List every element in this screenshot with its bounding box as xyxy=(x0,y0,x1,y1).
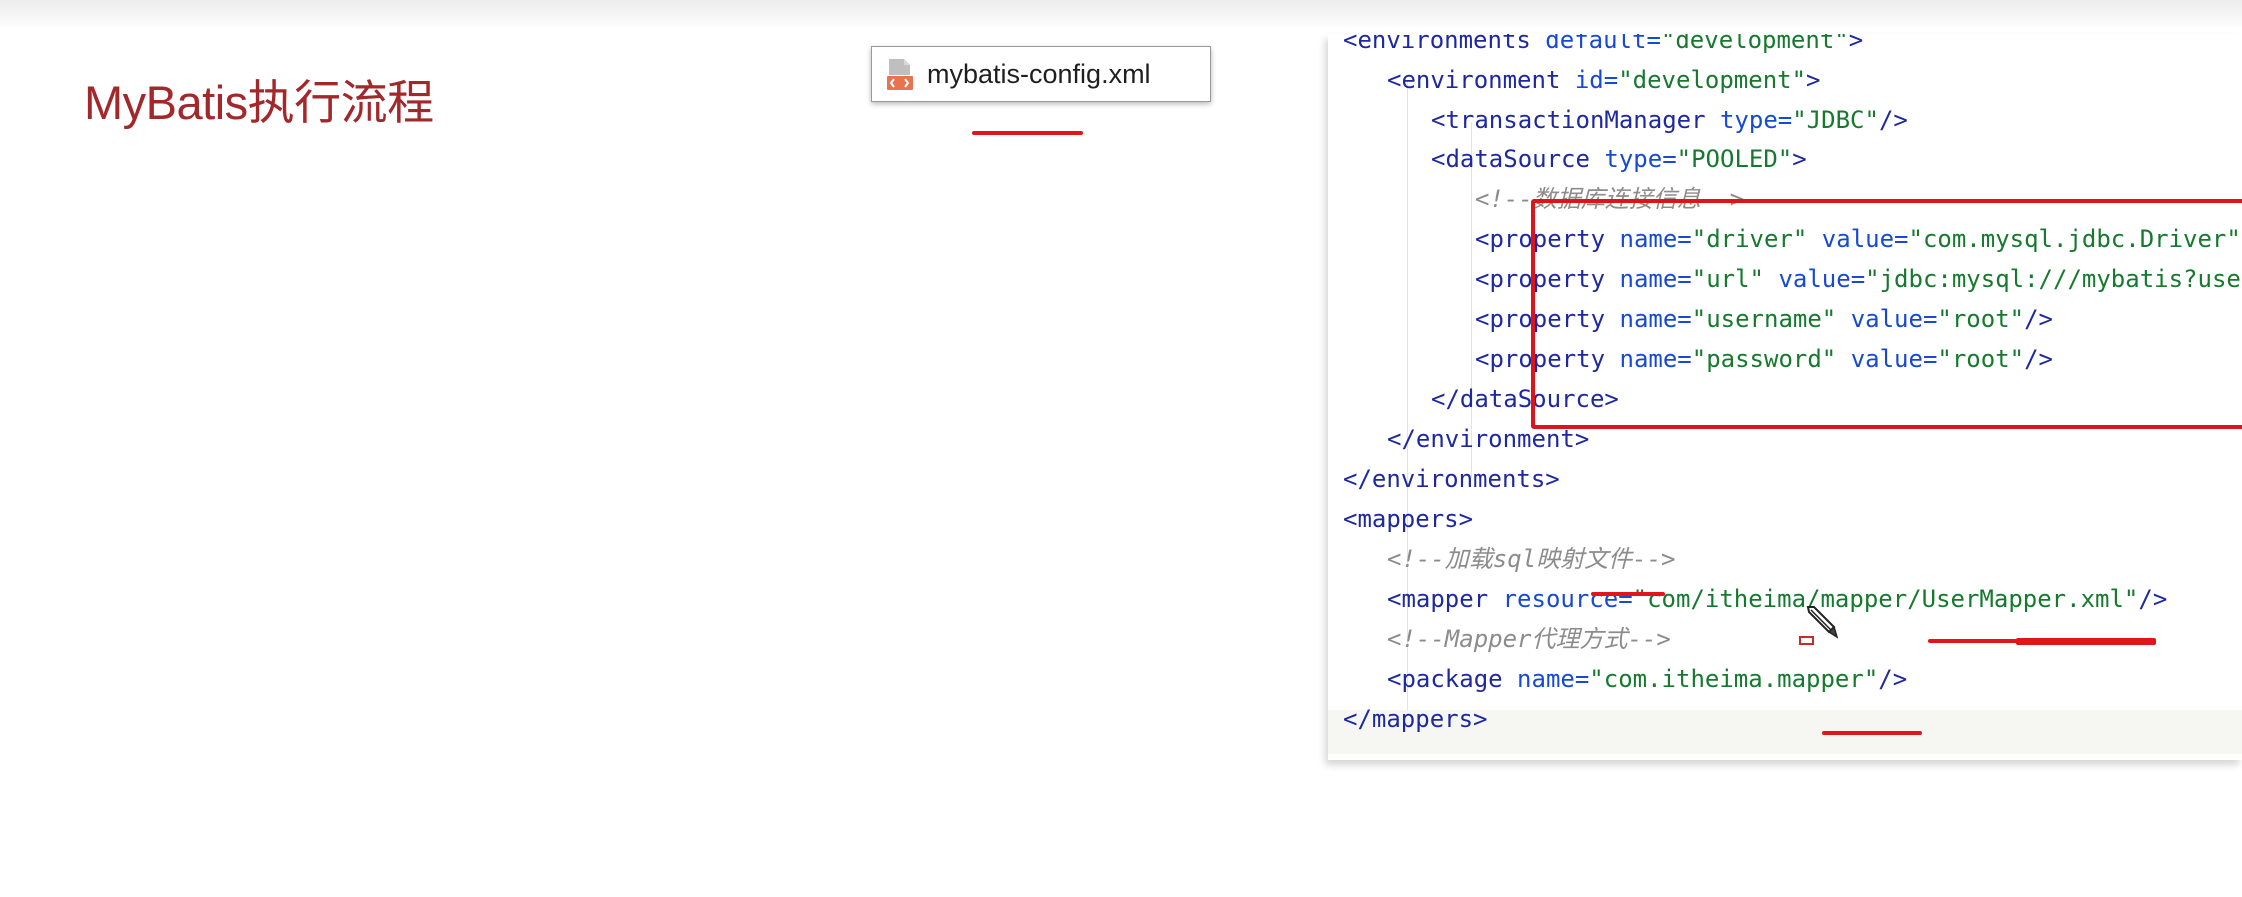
code-line: <!--Mapper代理方式--> xyxy=(1387,619,1671,659)
file-tab-underline xyxy=(972,131,1083,135)
code-token: <environment xyxy=(1387,66,1575,94)
code-editor[interactable]: <environments default="development"> <env… xyxy=(1328,34,2242,760)
code-token: <package xyxy=(1387,665,1518,693)
code-token: </mappers> xyxy=(1343,705,1488,733)
code-token: "JDBC" xyxy=(1792,106,1879,134)
code-line: </mappers> xyxy=(1343,699,1488,739)
code-line: <environments default="development"> xyxy=(1343,34,1863,60)
code-token: > xyxy=(1792,145,1807,173)
code-token: "com/itheima/mapper/UserMapper.xml" xyxy=(1632,585,2139,613)
code-token: "com.itheima.mapper" xyxy=(1589,665,1879,693)
code-token: type= xyxy=(1719,106,1793,134)
code-token: "development" xyxy=(1660,34,1849,54)
code-line: <dataSource type="POOLED"> xyxy=(1431,139,1807,179)
code-token: /> xyxy=(2138,585,2168,613)
comment-underline xyxy=(1591,592,1665,596)
code-line: <transactionManager type="JDBC"/> xyxy=(1431,100,1908,140)
code-token: > xyxy=(1806,66,1821,94)
code-token: > xyxy=(1848,34,1864,54)
code-token: <transactionManager xyxy=(1431,106,1720,134)
xml-file-icon xyxy=(887,59,913,90)
slide-title: MyBatis执行流程 xyxy=(84,76,434,129)
code-token: <mapper xyxy=(1387,585,1503,613)
code-token: <!--Mapper代理方式--> xyxy=(1387,625,1671,653)
code-line: <!--加载sql映射文件--> xyxy=(1387,539,1676,579)
code-line: </environments> xyxy=(1343,459,1560,499)
code-line: <mappers> xyxy=(1343,499,1473,539)
db-connection-highlight-box xyxy=(1531,199,2242,429)
code-token: default= xyxy=(1545,34,1661,54)
code-token: /> xyxy=(1878,665,1908,693)
code-token: name= xyxy=(1517,665,1590,693)
package-name-underline xyxy=(1822,731,1922,735)
pencil-cursor-icon xyxy=(1806,606,1839,639)
code-token: <environments xyxy=(1343,34,1546,54)
code-token: type= xyxy=(1604,145,1677,173)
code-token: "POOLED" xyxy=(1676,145,1793,173)
code-line: <mapper resource="com/itheima/mapper/Use… xyxy=(1387,579,2167,619)
code-token: <mappers> xyxy=(1343,505,1474,533)
code-token: <!--加载sql映射文件--> xyxy=(1387,545,1676,573)
top-bar xyxy=(0,0,2242,30)
code-token: </environment> xyxy=(1387,425,1590,453)
file-tab-mybatis-config[interactable]: mybatis-config.xml xyxy=(871,46,1211,102)
code-token: resource= xyxy=(1502,585,1633,613)
code-line: <environment id="development"> xyxy=(1387,60,1821,100)
code-token: </environments> xyxy=(1343,465,1560,493)
code-token: <dataSource xyxy=(1431,145,1605,173)
code-line: <package name="com.itheima.mapper"/> xyxy=(1387,659,1907,699)
code-token: id= xyxy=(1574,66,1619,94)
code-token: /> xyxy=(1878,106,1908,134)
file-tab-label: mybatis-config.xml xyxy=(927,59,1151,89)
code-token: "development" xyxy=(1618,66,1807,94)
resource-path-underline-bold xyxy=(2016,638,2156,645)
